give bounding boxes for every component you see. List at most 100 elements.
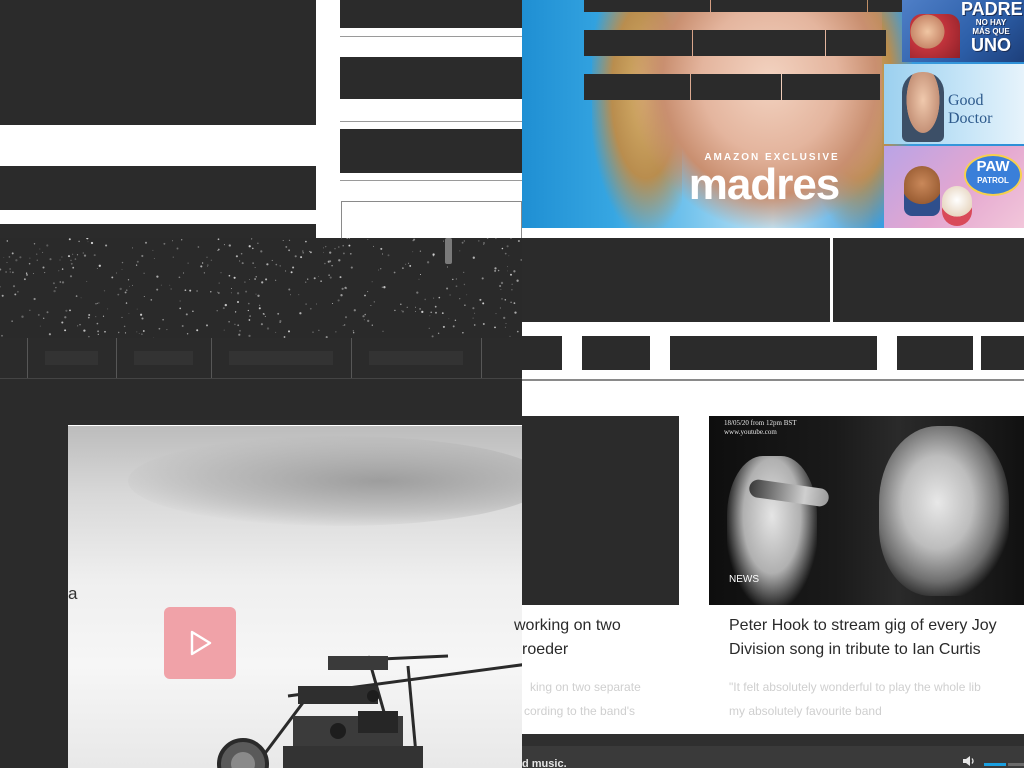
star-speck	[181, 325, 184, 327]
nav-item[interactable]	[116, 338, 212, 378]
nav-item[interactable]	[211, 338, 352, 378]
redacted-list-item[interactable]	[340, 129, 522, 173]
star-speck	[513, 302, 516, 304]
article-headline-line[interactable]: roeder	[522, 638, 568, 662]
audio-caption: d music.	[522, 758, 567, 768]
star-speck	[124, 291, 127, 294]
star-speck	[247, 302, 250, 305]
scrollbar-thumb[interactable]	[445, 238, 452, 264]
category-pill[interactable]	[522, 336, 562, 370]
star-speck	[217, 238, 220, 241]
article-thumbnail[interactable]: 18/05/20 from 12pm BST www.youtube.com N…	[709, 416, 1024, 605]
star-speck	[401, 310, 403, 312]
star-speck	[300, 256, 303, 259]
video-sky	[128, 436, 522, 526]
star-speck	[131, 284, 133, 286]
star-speck	[285, 245, 288, 248]
star-speck	[508, 255, 510, 257]
audio-player-bar[interactable]: d music.	[522, 734, 1024, 768]
star-speck	[46, 244, 49, 247]
article-headline-line[interactable]: Division song in tribute to Ian Curtis	[729, 638, 981, 662]
star-speck	[143, 272, 145, 274]
star-speck	[329, 251, 332, 254]
divider	[340, 121, 522, 122]
star-speck	[442, 325, 445, 328]
volume-icon[interactable]	[962, 755, 976, 767]
star-speck	[461, 241, 464, 244]
star-speck	[302, 250, 304, 252]
star-speck	[443, 240, 444, 242]
star-speck	[90, 241, 94, 245]
star-speck	[76, 254, 79, 256]
star-speck	[69, 309, 71, 312]
category-pill[interactable]	[981, 336, 1024, 370]
redacted-list-item[interactable]	[340, 0, 522, 28]
star-speck	[258, 304, 261, 306]
star-speck	[97, 333, 99, 335]
star-speck	[313, 277, 316, 280]
star-speck	[186, 333, 189, 335]
star-speck	[96, 302, 99, 304]
star-speck	[504, 252, 507, 255]
star-speck	[338, 259, 341, 262]
star-speck	[32, 273, 35, 275]
video-player[interactable]	[68, 426, 522, 768]
nav-item[interactable]	[481, 338, 522, 378]
star-speck	[68, 238, 71, 241]
star-speck	[260, 250, 263, 253]
nav-item[interactable]	[351, 338, 482, 378]
star-speck	[419, 250, 422, 252]
nav-item[interactable]	[0, 338, 28, 378]
star-speck	[334, 248, 336, 250]
ad-tile-good-doctor[interactable]: Good Doctor	[884, 64, 1024, 144]
star-speck	[255, 293, 257, 295]
redacted-list-item[interactable]	[340, 57, 522, 99]
star-speck	[72, 253, 74, 255]
amazon-ad-banner[interactable]: AMAZON EXCLUSIVE madres PADRE NO HAY MÁS…	[522, 0, 1024, 228]
redacted-section-header	[833, 238, 1024, 322]
starfield-banner	[0, 238, 522, 338]
star-speck	[217, 291, 219, 293]
category-pill[interactable]	[897, 336, 973, 370]
article-thumbnail[interactable]	[522, 416, 679, 605]
volume-slider-fill[interactable]	[984, 763, 1006, 766]
star-speck	[349, 252, 352, 255]
site-nav-bar	[0, 338, 522, 378]
star-speck	[352, 330, 354, 332]
star-speck	[430, 311, 433, 314]
search-input-frame[interactable]	[341, 201, 522, 238]
ad-tile-paw-patrol[interactable]: PAW PATROL	[884, 146, 1024, 228]
star-speck	[513, 270, 516, 273]
star-speck	[264, 315, 266, 317]
star-speck	[233, 276, 236, 279]
star-speck	[144, 241, 148, 244]
play-button[interactable]	[164, 607, 236, 679]
star-speck	[121, 261, 124, 264]
star-speck	[292, 266, 295, 269]
article-headline-line[interactable]: Peter Hook to stream gig of every Joy	[729, 614, 997, 638]
volume-slider-track[interactable]	[1008, 763, 1024, 766]
star-speck	[421, 310, 424, 314]
star-speck	[192, 310, 194, 313]
star-speck	[383, 286, 386, 289]
star-speck	[288, 288, 291, 291]
star-speck	[279, 321, 281, 323]
redacted-ad-text	[584, 74, 690, 100]
nav-item[interactable]	[27, 338, 117, 378]
star-speck	[12, 285, 16, 288]
redacted-section-header	[522, 238, 830, 322]
star-speck	[17, 290, 19, 293]
star-speck	[93, 254, 96, 257]
star-speck	[435, 311, 437, 314]
news-tag[interactable]: NEWS	[729, 574, 759, 585]
article-headline-line[interactable]: working on two	[514, 614, 621, 638]
star-speck	[307, 278, 309, 280]
star-speck	[341, 287, 344, 290]
ad-tile-padre[interactable]: PADRE NO HAY MÁS QUE UNO	[902, 0, 1024, 62]
star-speck	[183, 272, 185, 274]
category-pill[interactable]	[582, 336, 650, 370]
star-speck	[83, 329, 86, 332]
category-pill[interactable]	[670, 336, 877, 370]
tile-figures	[910, 14, 960, 58]
star-speck	[9, 271, 11, 273]
